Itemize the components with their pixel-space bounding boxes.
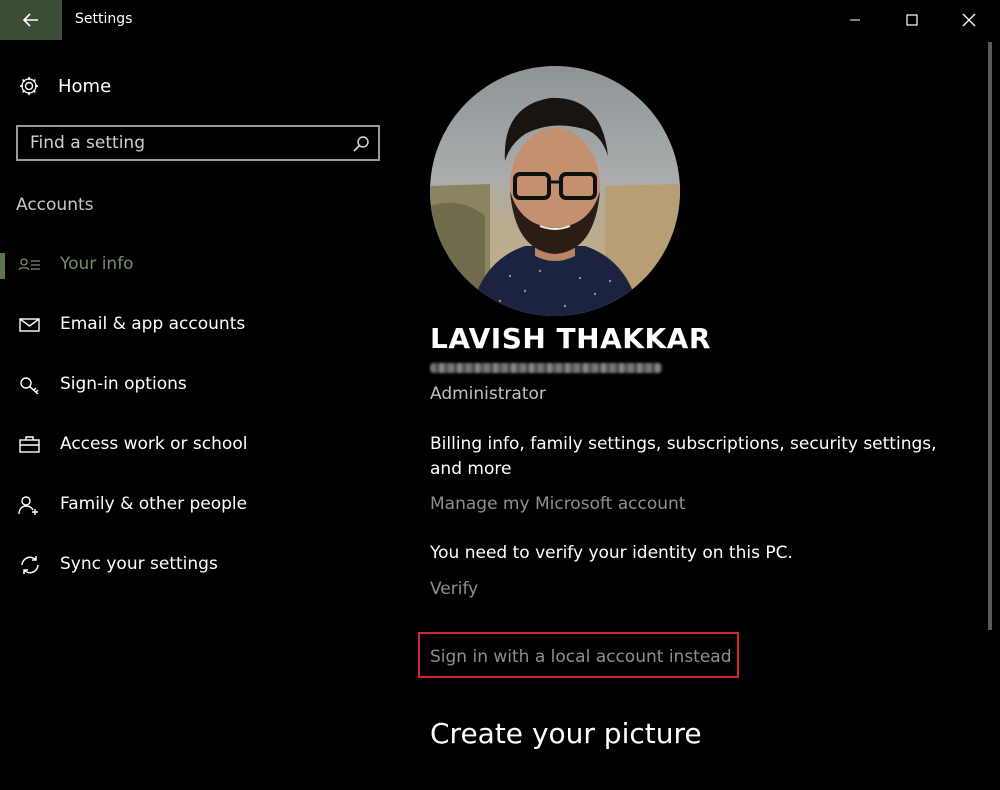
key-icon bbox=[20, 377, 39, 395]
back-button[interactable] bbox=[0, 0, 62, 40]
accounts-section-title: Accounts bbox=[16, 195, 94, 215]
verify-identity-text: You need to verify your identity on this… bbox=[430, 543, 793, 563]
sidebar-item-label: Family & other people bbox=[60, 494, 248, 514]
manage-microsoft-account-link[interactable]: Manage my Microsoft account bbox=[430, 494, 685, 514]
maximize-icon bbox=[906, 14, 918, 26]
profile-picture bbox=[430, 66, 680, 316]
home-label: Home bbox=[58, 75, 112, 97]
title-bar: Settings bbox=[0, 0, 1000, 40]
sidebar-item-label: Sync your settings bbox=[60, 554, 218, 574]
sidebar-item-label: Sign-in options bbox=[60, 374, 187, 394]
close-icon bbox=[962, 13, 976, 27]
sidebar-item-sign-in-options[interactable]: Sign-in options bbox=[0, 365, 395, 405]
sidebar-item-label: Access work or school bbox=[60, 434, 248, 454]
sidebar-item-label: Your info bbox=[60, 254, 134, 274]
user-name: LAVISH THAKKAR bbox=[430, 322, 711, 355]
close-button[interactable] bbox=[945, 0, 993, 40]
verify-link[interactable]: Verify bbox=[430, 579, 478, 599]
back-arrow-icon bbox=[23, 13, 38, 27]
window-title: Settings bbox=[75, 11, 133, 27]
sidebar-item-family-other-people[interactable]: Family & other people bbox=[0, 485, 395, 525]
sidebar-item-your-info[interactable]: Your info bbox=[0, 245, 395, 285]
home-nav-item[interactable]: Home bbox=[18, 72, 111, 100]
briefcase-icon bbox=[19, 436, 40, 453]
mail-icon bbox=[19, 318, 40, 332]
gear-icon bbox=[20, 77, 38, 95]
sidebar-item-label: Email & app accounts bbox=[60, 314, 246, 334]
scrollbar[interactable] bbox=[988, 42, 992, 630]
account-role: Administrator bbox=[430, 384, 546, 404]
sidebar-item-email-app-accounts[interactable]: Email & app accounts bbox=[0, 305, 395, 345]
redacted-email bbox=[430, 363, 662, 373]
search-input[interactable] bbox=[18, 127, 338, 159]
maximize-button[interactable] bbox=[888, 0, 936, 40]
search-box bbox=[16, 125, 380, 161]
sidebar-item-sync-settings[interactable]: Sync your settings bbox=[0, 545, 395, 585]
profile-photo-illustration bbox=[430, 66, 680, 316]
user-card-icon bbox=[18, 258, 40, 271]
sync-icon bbox=[21, 556, 39, 574]
add-person-icon bbox=[18, 496, 38, 515]
search-icon[interactable] bbox=[352, 135, 370, 153]
minimize-button[interactable] bbox=[831, 0, 879, 40]
create-picture-heading: Create your picture bbox=[430, 717, 702, 750]
billing-description: Billing info, family settings, subscript… bbox=[430, 434, 937, 479]
minimize-icon bbox=[850, 19, 860, 21]
sign-in-local-account-link[interactable]: Sign in with a local account instead bbox=[430, 647, 732, 667]
sidebar-item-access-work-school[interactable]: Access work or school bbox=[0, 425, 395, 465]
